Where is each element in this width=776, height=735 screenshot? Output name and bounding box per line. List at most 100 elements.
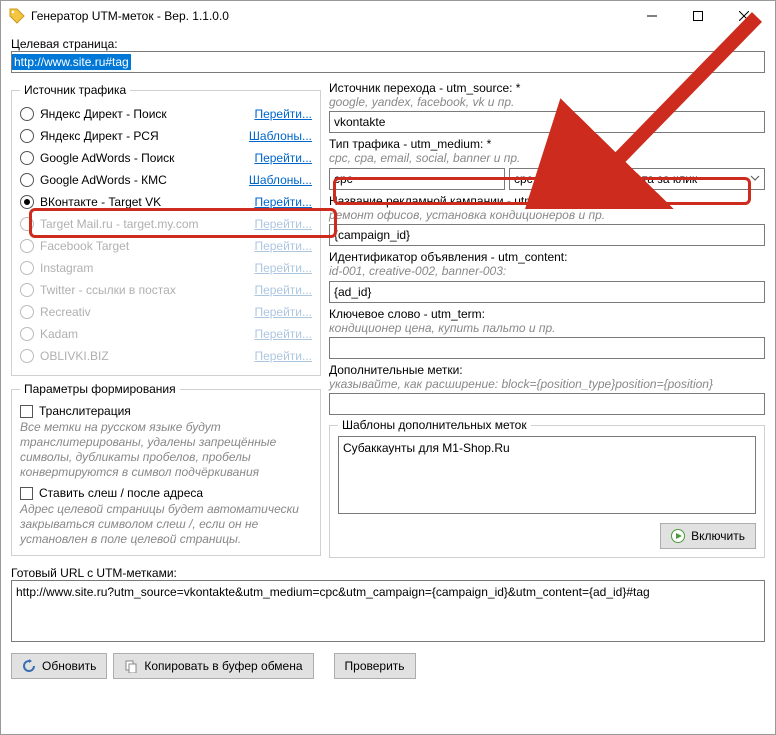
- utm-campaign-input[interactable]: [329, 224, 765, 246]
- traffic-link-recreativ[interactable]: Перейти...: [254, 305, 312, 319]
- tag-icon: [9, 8, 25, 24]
- traffic-link-fb[interactable]: Перейти...: [254, 239, 312, 253]
- refresh-label: Обновить: [42, 659, 96, 673]
- copy-button[interactable]: Копировать в буфер обмена: [113, 653, 313, 679]
- extra-templates-legend: Шаблоны дополнительных меток: [338, 418, 531, 432]
- utm-medium-input[interactable]: [329, 168, 505, 190]
- utm-content-hint: id-001, creative-002, banner-003:: [329, 264, 765, 278]
- transliteration-checkbox[interactable]: [20, 405, 33, 418]
- traffic-label-ig: Instagram: [40, 261, 254, 275]
- traffic-link-tw[interactable]: Перейти...: [254, 283, 312, 297]
- slash-label: Ставить слеш / после адреса: [39, 486, 203, 500]
- minimize-icon: [647, 11, 657, 21]
- traffic-radio-oblivki: [20, 349, 34, 363]
- utm-source-hint: google, yandex, facebook, vk и пр.: [329, 95, 765, 109]
- transliteration-label: Транслитерация: [39, 404, 131, 418]
- traffic-label-mailru: Target Mail.ru - target.my.com: [40, 217, 254, 231]
- result-textarea[interactable]: [11, 580, 765, 642]
- utm-term-input[interactable]: [329, 337, 765, 359]
- traffic-row-recreativ: RecreativПерейти...: [20, 301, 312, 323]
- traffic-row-yd-search: Яндекс Директ - ПоискПерейти...: [20, 103, 312, 125]
- traffic-radio-tw: [20, 283, 34, 297]
- transliteration-hint: Все метки на русском языке будут трансли…: [20, 420, 312, 480]
- traffic-row-ga-kmc: Google AdWords - КМСШаблоны...: [20, 169, 312, 191]
- traffic-source-group: Источник трафика Яндекс Директ - ПоискПе…: [11, 83, 321, 376]
- utm-medium-select-value: cpc – cost per click, плата за клик: [514, 172, 697, 186]
- utm-campaign-hint: ремонт офисов, установка кондиционеров и…: [329, 208, 765, 222]
- traffic-row-ig: InstagramПерейти...: [20, 257, 312, 279]
- traffic-row-yd-rsya: Яндекс Директ - РСЯШаблоны...: [20, 125, 312, 147]
- titlebar: Генератор UTM-меток - Вер. 1.1.0.0: [1, 1, 775, 31]
- minimize-button[interactable]: [629, 1, 675, 31]
- traffic-radio-recreativ: [20, 305, 34, 319]
- maximize-button[interactable]: [675, 1, 721, 31]
- utm-campaign-label: Название рекламной кампании - utm_campai…: [329, 194, 765, 208]
- traffic-row-fb: Facebook TargetПерейти...: [20, 235, 312, 257]
- traffic-link-oblivki[interactable]: Перейти...: [254, 349, 312, 363]
- traffic-row-tw: Twitter - ссылки в постахПерейти...: [20, 279, 312, 301]
- refresh-button[interactable]: Обновить: [11, 653, 107, 679]
- close-icon: [739, 11, 749, 21]
- traffic-label-fb: Facebook Target: [40, 239, 254, 253]
- maximize-icon: [693, 11, 703, 21]
- utm-source-input[interactable]: [329, 111, 765, 133]
- slash-checkbox[interactable]: [20, 487, 33, 500]
- window-title: Генератор UTM-меток - Вер. 1.1.0.0: [31, 9, 629, 23]
- traffic-radio-vk[interactable]: [20, 195, 34, 209]
- traffic-link-yd-rsya[interactable]: Шаблоны...: [249, 129, 312, 143]
- params-legend: Параметры формирования: [20, 382, 180, 396]
- enable-label: Включить: [691, 529, 745, 543]
- target-page-value: http://www.site.ru#tag: [12, 54, 131, 70]
- traffic-label-yd-search: Яндекс Директ - Поиск: [40, 107, 254, 121]
- utm-extra-hint: указывайте, как расширение: block={posit…: [329, 377, 765, 391]
- utm-extra-input[interactable]: [329, 393, 765, 415]
- traffic-radio-yd-rsya[interactable]: [20, 129, 34, 143]
- utm-extra-label: Дополнительные метки:: [329, 363, 765, 377]
- utm-medium-label: Тип трафика - utm_medium: *: [329, 137, 765, 151]
- target-page-label: Целевая страница:: [11, 37, 765, 51]
- traffic-label-ga-search: Google AdWords - Поиск: [40, 151, 254, 165]
- traffic-row-mailru: Target Mail.ru - target.my.comПерейти...: [20, 213, 312, 235]
- utm-source-label: Источник перехода - utm_source: *: [329, 81, 765, 95]
- traffic-label-tw: Twitter - ссылки в постах: [40, 283, 254, 297]
- chevron-down-icon: [750, 173, 760, 183]
- traffic-row-kadam: KadamПерейти...: [20, 323, 312, 345]
- extra-templates-group: Шаблоны дополнительных меток Включить: [329, 425, 765, 558]
- traffic-radio-fb: [20, 239, 34, 253]
- check-button[interactable]: Проверить: [334, 653, 416, 679]
- utm-term-label: Ключевое слово - utm_term:: [329, 307, 765, 321]
- extra-templates-textarea[interactable]: [338, 436, 756, 514]
- traffic-radio-ga-kmc[interactable]: [20, 173, 34, 187]
- target-page-input[interactable]: http://www.site.ru#tag: [11, 51, 765, 73]
- enable-button[interactable]: Включить: [660, 523, 756, 549]
- traffic-link-ga-search[interactable]: Перейти...: [254, 151, 312, 165]
- utm-term-hint: кондиционер цена, купить пальто и пр.: [329, 321, 765, 335]
- traffic-label-oblivki: OBLIVKI.BIZ: [40, 349, 254, 363]
- utm-medium-select[interactable]: cpc – cost per click, плата за клик: [509, 168, 765, 190]
- utm-content-input[interactable]: [329, 281, 765, 303]
- traffic-radio-kadam: [20, 327, 34, 341]
- traffic-link-kadam[interactable]: Перейти...: [254, 327, 312, 341]
- refresh-icon: [22, 659, 36, 673]
- traffic-source-legend: Источник трафика: [20, 83, 130, 97]
- traffic-label-vk: ВКонтакте - Target VK: [40, 195, 254, 209]
- traffic-link-ga-kmc[interactable]: Шаблоны...: [249, 173, 312, 187]
- params-group: Параметры формирования Транслитерация Вс…: [11, 382, 321, 556]
- result-label: Готовый URL с UTM-метками:: [11, 566, 765, 580]
- traffic-row-ga-search: Google AdWords - ПоискПерейти...: [20, 147, 312, 169]
- play-icon: [671, 529, 685, 543]
- traffic-link-ig[interactable]: Перейти...: [254, 261, 312, 275]
- traffic-link-vk[interactable]: Перейти...: [254, 195, 312, 209]
- traffic-radio-yd-search[interactable]: [20, 107, 34, 121]
- traffic-label-yd-rsya: Яндекс Директ - РСЯ: [40, 129, 249, 143]
- traffic-label-ga-kmc: Google AdWords - КМС: [40, 173, 249, 187]
- traffic-label-recreativ: Recreativ: [40, 305, 254, 319]
- close-button[interactable]: [721, 1, 767, 31]
- traffic-row-oblivki: OBLIVKI.BIZПерейти...: [20, 345, 312, 367]
- traffic-radio-ga-search[interactable]: [20, 151, 34, 165]
- traffic-row-vk: ВКонтакте - Target VKПерейти...: [20, 191, 312, 213]
- traffic-link-yd-search[interactable]: Перейти...: [254, 107, 312, 121]
- traffic-link-mailru[interactable]: Перейти...: [254, 217, 312, 231]
- traffic-radio-mailru: [20, 217, 34, 231]
- utm-medium-hint: cpc, cpa, email, social, banner и пр.: [329, 151, 765, 165]
